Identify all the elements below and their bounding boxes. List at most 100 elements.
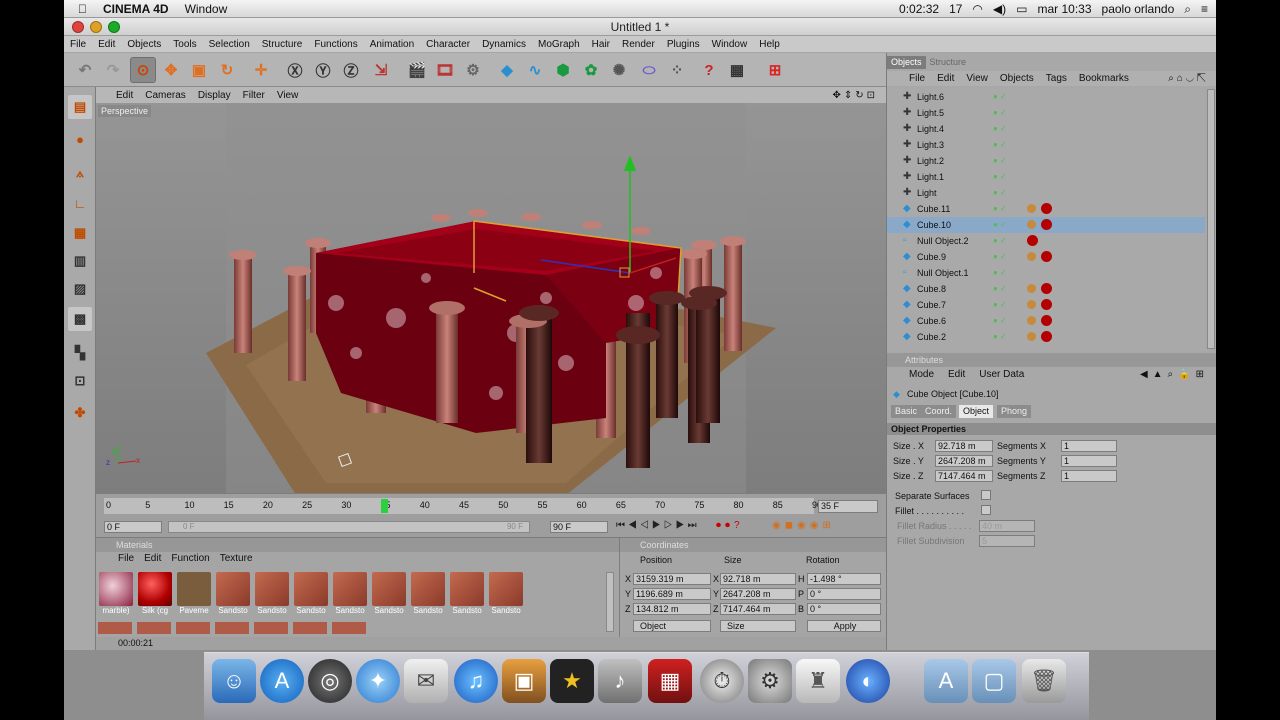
attributes-menu-user-data[interactable]: User Data <box>979 368 1024 382</box>
render-settings-icon[interactable]: ⚙ <box>460 57 486 83</box>
fillet-checkbox[interactable] <box>981 505 991 515</box>
object-row[interactable]: ✚ Light.6 ● ✓ <box>887 89 1205 105</box>
object-row[interactable]: ▫ Null Object.2 ● ✓ <box>887 233 1205 249</box>
cinema4d-globe-icon[interactable]: ◐ <box>846 659 890 703</box>
visibility-toggle[interactable]: ● ✓ <box>993 249 1007 265</box>
menu-functions[interactable]: Functions <box>308 39 363 50</box>
objects-menu-objects[interactable]: Objects <box>1000 73 1034 84</box>
object-manager-search-icon[interactable]: ⌕⌂◡⇱ <box>1168 73 1209 84</box>
scene-object-icon[interactable]: ⬭ <box>636 57 662 83</box>
object-list[interactable]: ✚ Light.6 ● ✓ ✚ Light.5 ● ✓ ✚ Light.4 ● ✓ ✚ Light.… <box>887 89 1205 351</box>
3d-viewport[interactable]: x y z Perspective <box>96 103 886 493</box>
workplane-mode-icon[interactable]: ▨ <box>68 277 92 301</box>
object-row[interactable]: ◆ Cube.10 ● ✓ <box>887 217 1205 233</box>
scale-tool-icon[interactable]: ▣ <box>186 57 212 83</box>
material-swatch[interactable]: Silk (cg <box>137 572 173 616</box>
object-row[interactable]: ◆ Cube.2 ● ✓ <box>887 329 1205 345</box>
size-z-attr-field[interactable]: 7147.464 m <box>935 470 993 482</box>
menu-character[interactable]: Character <box>420 39 476 50</box>
material-tag-icon[interactable] <box>1041 283 1052 294</box>
snap-icon[interactable]: ⊡ <box>68 369 92 393</box>
notifications-icon[interactable]: ≡ <box>1201 2 1208 16</box>
material-tag-icon[interactable] <box>1027 235 1038 246</box>
object-row[interactable]: ✚ Light ● ✓ <box>887 185 1205 201</box>
timeline-ruler[interactable]: 051015202530354045505560657075808590 <box>104 498 822 514</box>
documents-folder-icon[interactable]: ▢ <box>972 659 1016 703</box>
iphoto-icon[interactable]: ✉ <box>404 659 448 703</box>
texture-tag-icon[interactable] <box>1027 252 1036 261</box>
menu-edit[interactable]: Edit <box>92 39 121 50</box>
key-mode-icons[interactable]: ◉◼◉◉⊞ <box>772 520 835 531</box>
visibility-toggle[interactable]: ● ✓ <box>993 297 1007 313</box>
visibility-toggle[interactable]: ● ✓ <box>993 329 1007 345</box>
material-tag-icon[interactable] <box>1041 219 1052 230</box>
render-picture-viewer-icon[interactable]: 🎞 <box>432 57 458 83</box>
viewport-menu-display[interactable]: Display <box>198 90 231 101</box>
material-swatch[interactable]: Sandsto <box>488 572 524 616</box>
texture-tag-icon[interactable] <box>1027 204 1036 213</box>
current-frame-field[interactable]: 35 F <box>818 500 878 513</box>
object-row[interactable]: ◆ Cube.7 ● ✓ <box>887 297 1205 313</box>
app-name-menu[interactable]: CINEMA 4D <box>103 2 169 16</box>
rotate-tool-icon[interactable]: ↻ <box>214 57 240 83</box>
deformer-icon[interactable]: ✺ <box>606 57 632 83</box>
tab-structure[interactable]: Structure <box>926 56 971 69</box>
texture-tag-icon[interactable] <box>1027 332 1036 341</box>
app-store-icon[interactable]: A <box>260 659 304 703</box>
material-swatch[interactable]: Sandsto <box>293 572 329 616</box>
visibility-toggle[interactable]: ● ✓ <box>993 281 1007 297</box>
size-z-field[interactable]: 7147.464 m <box>720 603 796 615</box>
segments-z-field[interactable]: 1 <box>1061 470 1117 482</box>
visibility-toggle[interactable]: ● ✓ <box>993 169 1007 185</box>
object-row[interactable]: ✚ Light.2 ● ✓ <box>887 153 1205 169</box>
material-swatch[interactable]: Sandsto <box>371 572 407 616</box>
use-model-mode-icon[interactable]: ▤ <box>68 95 92 119</box>
fillet-subdivision-field[interactable]: 5 <box>979 535 1035 547</box>
visibility-toggle[interactable]: ● ✓ <box>993 137 1007 153</box>
start-frame-field[interactable]: 0 F <box>104 521 162 533</box>
material-swatch[interactable]: marble) <box>98 572 134 616</box>
texture-tag-icon[interactable] <box>1027 316 1036 325</box>
safari-icon[interactable]: ✦ <box>356 659 400 703</box>
size-y-field[interactable]: 2647.208 m <box>720 588 796 600</box>
attr-tab-object[interactable]: Object <box>959 405 994 418</box>
object-row[interactable]: ✚ Light.3 ● ✓ <box>887 137 1205 153</box>
material-tag-icon[interactable] <box>1041 315 1052 326</box>
visibility-toggle[interactable]: ● ✓ <box>993 217 1007 233</box>
menu-window[interactable]: Window <box>706 39 754 50</box>
volume-icon[interactable]: ◀) <box>993 2 1006 16</box>
visibility-toggle[interactable]: ● ✓ <box>993 89 1007 105</box>
rotation-b-field[interactable]: 0 ° <box>807 603 881 615</box>
visibility-toggle[interactable]: ● ✓ <box>993 313 1007 329</box>
object-row[interactable]: ◆ Cube.8 ● ✓ <box>887 281 1205 297</box>
rotation-p-field[interactable]: 0 ° <box>807 588 881 600</box>
coordinate-system-icon[interactable]: ⇲ <box>368 57 394 83</box>
visibility-toggle[interactable]: ● ✓ <box>993 153 1007 169</box>
menu-animation[interactable]: Animation <box>364 39 420 50</box>
photo-booth-icon[interactable]: ▦ <box>648 659 692 703</box>
visibility-toggle[interactable]: ● ✓ <box>993 105 1007 121</box>
material-swatch[interactable]: Sandsto <box>332 572 368 616</box>
apply-button[interactable]: Apply <box>807 620 881 632</box>
time-machine-icon[interactable]: ⏱ <box>700 659 744 703</box>
system-preferences-icon[interactable]: ⚙ <box>748 659 792 703</box>
attr-tab-basic[interactable]: Basic <box>891 405 922 418</box>
subdivision-surface-icon[interactable]: ⬢ <box>550 57 576 83</box>
end-frame-field[interactable]: 90 F <box>550 521 608 533</box>
visibility-toggle[interactable]: ● ✓ <box>993 201 1007 217</box>
camera-icon[interactable]: ? <box>696 57 722 83</box>
garageband-icon[interactable]: ♪ <box>598 659 642 703</box>
material-tag-icon[interactable] <box>1041 299 1052 310</box>
material-tag-icon[interactable] <box>1041 251 1052 262</box>
zoom-window-button[interactable] <box>108 21 120 33</box>
rotation-h-field[interactable]: -1.498 ° <box>807 573 881 585</box>
finder-icon[interactable]: ☺ <box>212 659 256 703</box>
menu-render[interactable]: Render <box>616 39 661 50</box>
material-swatch[interactable]: Sandsto <box>449 572 485 616</box>
user-name[interactable]: paolo orlando <box>1102 2 1175 16</box>
size-y-attr-field[interactable]: 2647.208 m <box>935 455 993 467</box>
apple-icon[interactable]:  <box>78 2 87 16</box>
segments-x-field[interactable]: 1 <box>1061 440 1117 452</box>
visibility-toggle[interactable]: ● ✓ <box>993 233 1007 249</box>
redo-icon[interactable]: ↷ <box>100 57 126 83</box>
